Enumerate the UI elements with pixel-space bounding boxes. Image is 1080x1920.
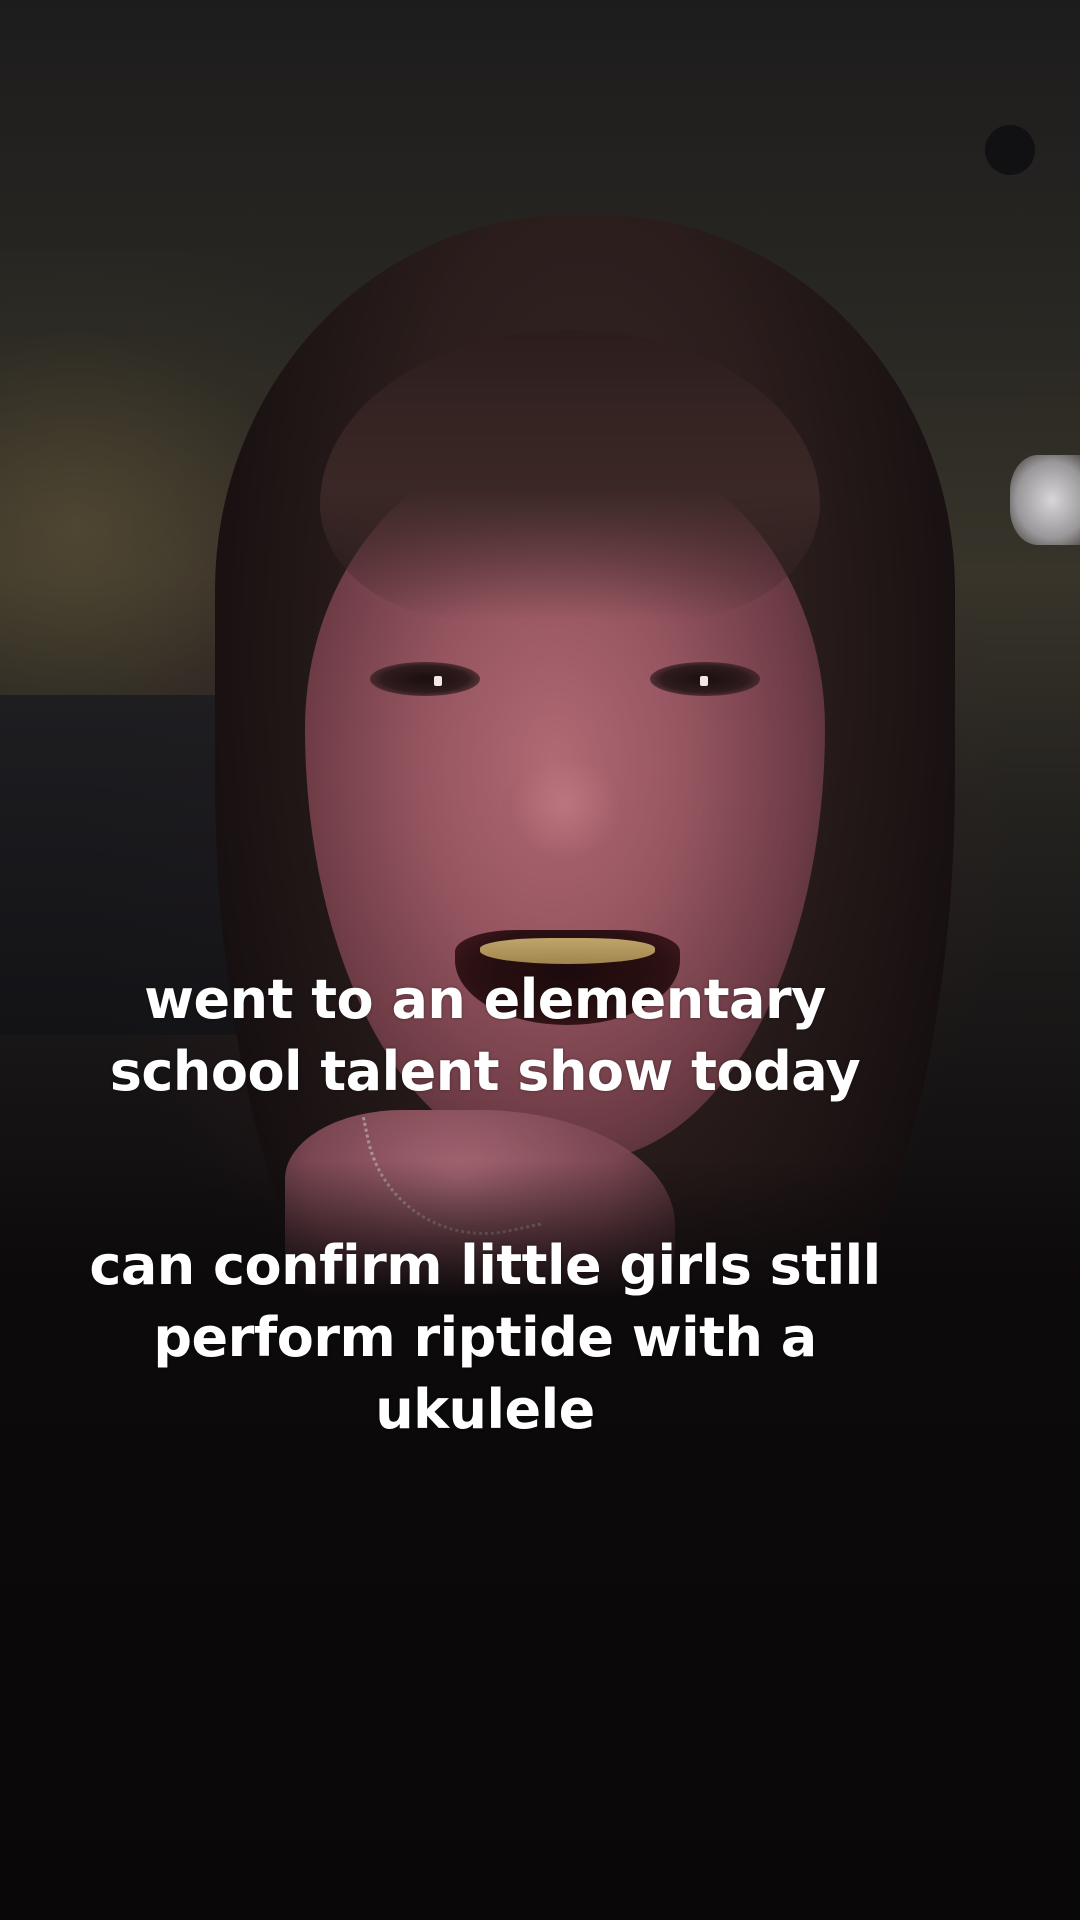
right-eye-glint [700, 676, 708, 686]
left-eye [370, 662, 480, 696]
video-frame[interactable]: went to an elementary school talent show… [0, 0, 1080, 1920]
background-lamp [1010, 455, 1080, 545]
caption-line: can confirm little girls still [89, 1234, 881, 1297]
person-nose [500, 760, 630, 870]
caption-line: went to an elementary [144, 968, 826, 1031]
caption-line: perform riptide with a [153, 1306, 817, 1369]
wall-fixture [985, 125, 1035, 175]
person-teeth [480, 938, 655, 964]
caption-top: went to an elementary school talent show… [0, 964, 1025, 1108]
left-eye-glint [434, 676, 442, 686]
caption-line: ukulele [375, 1378, 595, 1441]
caption-line: school talent show today [109, 1040, 861, 1103]
caption-bottom: can confirm little girls still perform r… [0, 1230, 1025, 1446]
